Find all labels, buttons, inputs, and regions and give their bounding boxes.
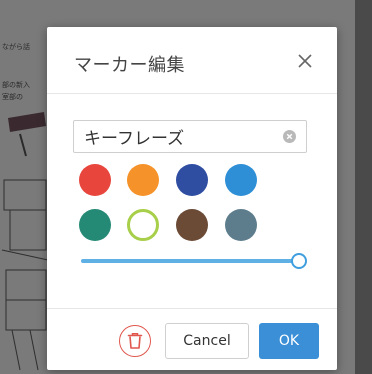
background-text-line: ながら話 — [2, 43, 30, 51]
marker-edit-dialog: マーカー編集 Ca — [47, 27, 337, 370]
marker-name-field — [73, 120, 307, 153]
color-swatch-orange[interactable] — [127, 164, 159, 196]
ok-button[interactable]: OK — [259, 323, 319, 359]
trash-icon — [127, 333, 143, 349]
color-swatch-red[interactable] — [79, 164, 111, 196]
color-swatch-navy[interactable] — [176, 164, 208, 196]
marker-name-input[interactable] — [74, 121, 284, 152]
color-swatch-teal[interactable] — [79, 209, 111, 241]
color-swatch-blue[interactable] — [225, 164, 257, 196]
close-button[interactable] — [295, 51, 315, 71]
footer-divider — [47, 308, 337, 309]
color-swatch-slate[interactable] — [225, 209, 257, 241]
clear-input-button[interactable] — [283, 130, 296, 143]
background-text-line: 部の新入 — [2, 81, 30, 89]
dialog-title: マーカー編集 — [74, 55, 185, 76]
dialog-header: マーカー編集 — [47, 27, 337, 94]
slider-track — [81, 259, 299, 263]
close-icon — [298, 54, 312, 68]
slider-thumb[interactable] — [291, 253, 307, 269]
background-illustration — [1, 112, 49, 371]
clear-icon — [286, 133, 293, 140]
color-swatch-brown[interactable] — [176, 209, 208, 241]
color-swatch-selected[interactable] — [127, 209, 159, 241]
cancel-button[interactable]: Cancel — [165, 323, 249, 359]
background-edge — [355, 0, 372, 374]
delete-button[interactable] — [119, 325, 151, 357]
opacity-slider[interactable] — [81, 253, 307, 269]
